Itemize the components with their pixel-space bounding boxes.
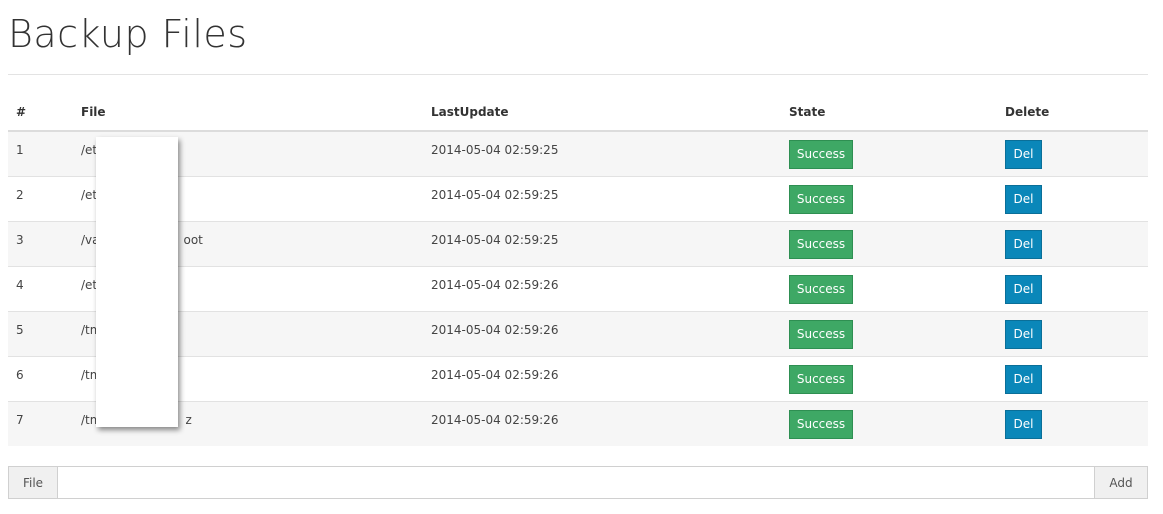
add-file-form: File Add [8,466,1148,499]
row-number: 4 [16,278,24,292]
row-number: 5 [16,323,24,337]
row-number: 3 [16,233,24,247]
add-button[interactable]: Add [1094,467,1147,498]
row-last-update: 2014-05-04 02:59:26 [431,368,559,382]
row-last-update: 2014-05-04 02:59:26 [431,413,559,427]
row-number: 2 [16,188,24,202]
redaction-box [96,137,178,427]
state-success-button[interactable]: Success [789,365,853,394]
delete-button[interactable]: Del [1005,185,1042,214]
table-header-row: # File LastUpdate State Delete [8,93,1148,132]
row-number: 6 [16,368,24,382]
state-success-button[interactable]: Success [789,230,853,259]
file-field-label: File [9,467,58,498]
backup-files-table: # File LastUpdate State Delete 1 /et 201… [8,93,1148,446]
delete-button[interactable]: Del [1005,230,1042,259]
state-success-button[interactable]: Success [789,275,853,304]
header-delete: Delete [1005,93,1148,132]
delete-button[interactable]: Del [1005,320,1042,349]
table-row: 2 /et 2014-05-04 02:59:25 Success Del [8,176,1148,222]
row-last-update: 2014-05-04 02:59:25 [431,233,559,247]
delete-button[interactable]: Del [1005,140,1042,169]
row-last-update: 2014-05-04 02:59:25 [431,188,559,202]
delete-button[interactable]: Del [1005,275,1042,304]
header-num: # [8,93,81,132]
state-success-button[interactable]: Success [789,410,853,439]
delete-button[interactable]: Del [1005,365,1042,394]
table-row: 5 /tm 2014-05-04 02:59:26 Success Del [8,311,1148,357]
table-row: 4 /et 2014-05-04 02:59:26 Success Del [8,266,1148,312]
state-success-button[interactable]: Success [789,140,853,169]
state-success-button[interactable]: Success [789,320,853,349]
page-title: Backup Files [8,12,248,56]
row-last-update: 2014-05-04 02:59:26 [431,323,559,337]
header-file: File [81,93,431,132]
row-number: 1 [16,143,24,157]
row-last-update: 2014-05-04 02:59:25 [431,143,559,157]
header-last-update: LastUpdate [431,93,789,132]
table-row: 3 /va oot 2014-05-04 02:59:25 Success Del [8,221,1148,267]
table-row: 1 /et 2014-05-04 02:59:25 Success Del [8,130,1148,177]
delete-button[interactable]: Del [1005,410,1042,439]
title-divider [8,74,1148,75]
table-row: 6 /tm 2014-05-04 02:59:26 Success Del [8,356,1148,402]
row-last-update: 2014-05-04 02:59:26 [431,278,559,292]
header-state: State [789,93,1005,132]
row-number: 7 [16,413,24,427]
state-success-button[interactable]: Success [789,185,853,214]
file-path-input[interactable] [58,467,1094,498]
table-row: 7 /tm z 2014-05-04 02:59:26 Success Del [8,401,1148,446]
